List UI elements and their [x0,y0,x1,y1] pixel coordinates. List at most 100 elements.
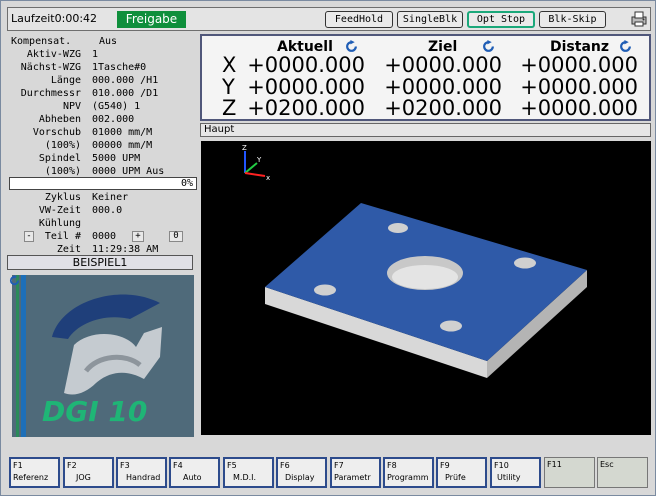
row-label: VW-Zeit [38,205,81,216]
row-label: Nächst-WZG [20,62,81,73]
row-value: Aus [99,36,118,47]
3d-toolpath-viewport[interactable]: Z Y x [201,141,651,435]
triad-z-label: Z [242,144,247,152]
fkey-number: F8 [387,461,397,470]
block-skip-button[interactable]: Blk-Skip [539,11,606,28]
row-value: 1Tasche#0 [92,62,147,73]
brand-logo: DGI 10 [12,275,194,437]
row-label: Zeit [56,244,81,255]
f1-home-button[interactable]: F1 Referenz [9,457,60,488]
part-total-field[interactable]: 0 [169,231,183,242]
refresh-icon[interactable] [345,40,358,53]
f5-mdi-button[interactable]: F5 M.D.I. [223,457,274,488]
f7-parameter-button[interactable]: F7 Parametr [330,457,381,488]
status-row: Länge 000.000 /H1 [7,75,199,87]
x-actual-value: +0000.000 [247,53,365,77]
part-decrement-button[interactable]: - [24,231,34,242]
part-increment-button[interactable]: + [132,231,144,242]
row-label: Länge [50,75,81,86]
workpiece-model [265,203,587,378]
row-value: 01000 mm/M [92,127,153,138]
fkey-label: Prüfe [445,473,466,482]
escape-button[interactable]: Esc [597,457,648,488]
row-value: 00000 mm/M [92,140,153,151]
status-row: Zyklus Keiner [7,192,199,204]
row-value: 010.000 /D1 [92,88,159,99]
fkey-number: F1 [13,461,23,470]
refresh-icon[interactable] [619,40,632,53]
refresh-icon[interactable] [9,275,20,286]
refresh-icon[interactable] [482,40,495,53]
f4-auto-button[interactable]: F4 Auto [169,457,220,488]
view-title-bar: Haupt [200,123,651,137]
status-row: NPV (G540) 1 [7,101,199,113]
progress-percent: 0% [180,178,193,189]
status-row: Nächst-WZG 1Tasche#0 [7,62,199,74]
program-progress-bar: 0% [9,177,197,190]
axis-z-label: Z [222,96,237,120]
row-value: 002.000 [92,114,135,125]
f9-verify-button[interactable]: F9 Prüfe [436,457,487,488]
f8-program-button[interactable]: F8 Programm [383,457,434,488]
row-label: Durchmessr [20,88,81,99]
status-row: VW-Zeit 000.0 [7,205,199,217]
runtime-display: Laufzeit0:00:42 [11,12,98,25]
status-row: Kompensat. Aus [7,36,199,48]
f6-display-button[interactable]: F6 Display [276,457,327,488]
row-label: Vorschub [32,127,81,138]
row-label: NPV [62,101,81,112]
fkey-number: F2 [67,461,77,470]
fkey-label: Parametr [334,473,371,482]
cnc-window: Laufzeit0:00:42 Freigabe FeedHold Single… [0,0,656,496]
status-row: Spindel 5000 UPM [7,153,199,165]
optional-stop-button[interactable]: Opt Stop [467,11,535,28]
fkey-number: F9 [440,461,450,470]
x-target-value: +0000.000 [384,53,502,77]
fkey-number: F5 [227,461,237,470]
status-row: Durchmessr 010.000 /D1 [7,88,199,100]
single-block-button[interactable]: SingleBlk [397,11,463,28]
release-status-badge: Freigabe [117,11,186,28]
row-label: Spindel [38,153,81,164]
row-value: (G540) 1 [92,101,141,112]
fkey-number: F11 [547,460,562,469]
row-label: Kompensat. [11,36,72,47]
z-target-value: +0200.000 [384,96,502,120]
row-label: (100%) [44,140,81,151]
f3-handwheel-button[interactable]: F3 Handrad [116,457,167,488]
row-label: Kühlung [38,218,81,229]
part-counter-row: - Teil # 0000 + 0 [7,231,199,243]
fkey-number: Esc [600,460,614,469]
row-label: Zyklus [44,192,81,203]
fkey-label: Programm [387,473,429,482]
program-name-field[interactable]: BEISPIEL1 [7,255,193,270]
fkey-number: F4 [173,461,183,470]
row-value: 000.000 /H1 [92,75,159,86]
row-label: Teil # [44,231,81,242]
fkey-label: Utility [497,473,521,482]
f10-utility-button[interactable]: F10 Utility [490,457,541,488]
f11-button[interactable]: F11 [544,457,595,488]
status-row: (100%) 00000 mm/M [7,140,199,152]
row-label: Aktiv-WZG [26,49,81,60]
row-value: 0000 UPM Aus [92,166,165,177]
x-distance-value: +0000.000 [520,53,638,77]
status-row: Abheben 002.000 [7,114,199,126]
clock-value: 11:29:38 AM [92,244,159,255]
printer-icon[interactable] [630,10,648,28]
fkey-number: F6 [280,461,290,470]
z-actual-value: +0200.000 [247,96,365,120]
logo-wordmark: DGI 10 [42,395,147,428]
fkey-label: Auto [183,473,202,482]
f2-jog-button[interactable]: F2 JOG [63,457,114,488]
row-label: (100%) [44,166,81,177]
fkey-label: Referenz [13,473,49,482]
fkey-number: F10 [494,461,509,470]
row-value: 1 [92,49,99,60]
row-value: Keiner [92,192,129,203]
fkey-number: F3 [120,461,130,470]
triad-y-label: Y [256,156,262,164]
feedhold-button[interactable]: FeedHold [325,11,393,28]
fkey-label: M.D.I. [233,473,257,482]
fkey-label: JOG [76,473,91,482]
